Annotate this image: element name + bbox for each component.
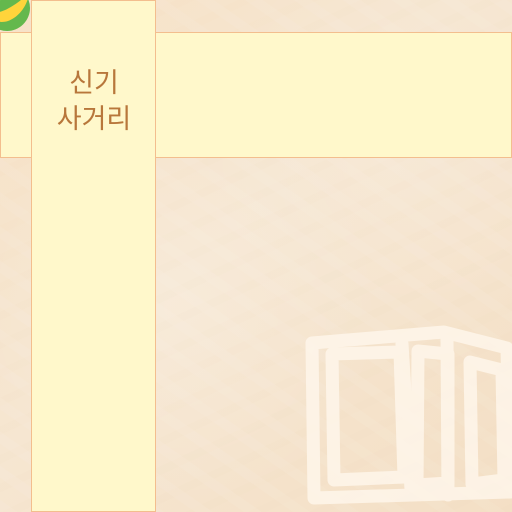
top-right-block — [156, 0, 512, 32]
map-canvas[interactable]: 신기 사거리 — [0, 0, 512, 512]
bottom-left-block — [0, 158, 31, 512]
junction-label: 신기 사거리 — [56, 68, 132, 135]
bottom-right-block — [156, 158, 512, 512]
